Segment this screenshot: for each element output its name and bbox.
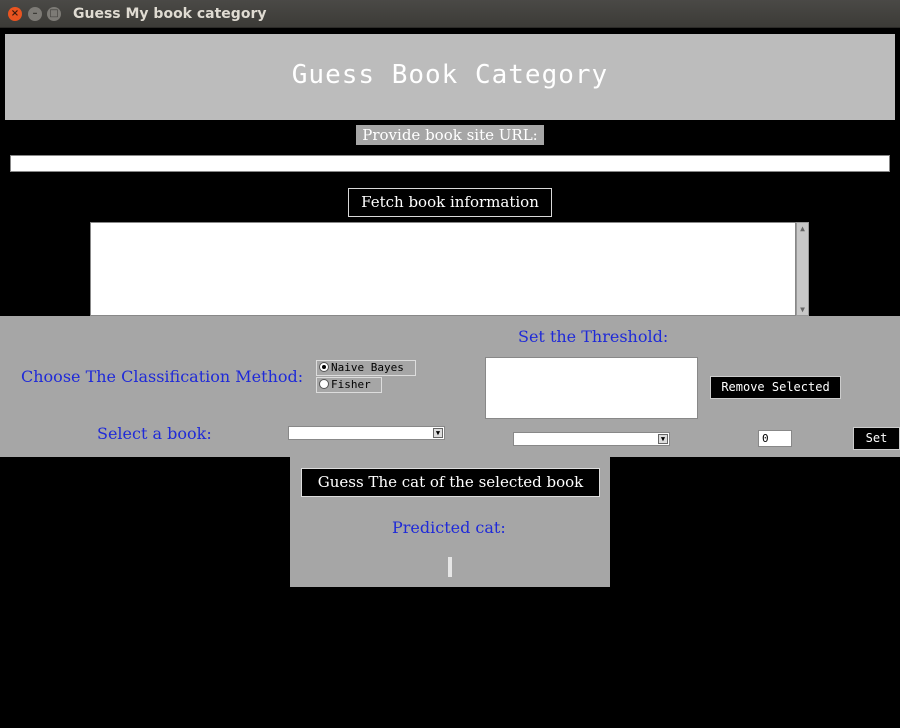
classification-method-label: Choose The Classification Method: bbox=[21, 367, 304, 386]
threshold-category-list[interactable] bbox=[485, 357, 698, 419]
scroll-down-icon[interactable]: ▼ bbox=[798, 305, 807, 314]
radio-naive-bayes[interactable]: Naive Bayes bbox=[316, 360, 416, 376]
url-input[interactable] bbox=[10, 155, 890, 172]
radio-fisher[interactable]: Fisher bbox=[316, 377, 382, 393]
fetch-book-info-button[interactable]: Fetch book information bbox=[348, 188, 552, 217]
select-book-label: Select a book: bbox=[97, 424, 212, 443]
close-icon[interactable]: × bbox=[8, 7, 22, 21]
page-title: Guess Book Category bbox=[291, 60, 609, 90]
predicted-cat-value bbox=[448, 557, 452, 577]
radio-fisher-label: Fisher bbox=[331, 378, 371, 391]
radio-naive-bayes-label: Naive Bayes bbox=[331, 361, 404, 374]
guess-category-button[interactable]: Guess The cat of the selected book bbox=[301, 468, 600, 497]
maximize-icon[interactable]: □ bbox=[47, 7, 61, 21]
remove-selected-button[interactable]: Remove Selected bbox=[710, 376, 841, 399]
scroll-up-icon[interactable]: ▲ bbox=[798, 224, 807, 233]
book-info-scrollbar[interactable]: ▲ ▼ bbox=[796, 222, 809, 316]
radio-selected-icon bbox=[319, 362, 329, 372]
threshold-label: Set the Threshold: bbox=[518, 327, 669, 346]
window-titlebar: × – □ Guess My book category bbox=[0, 0, 900, 28]
category-select-dropdown[interactable]: ▼ bbox=[513, 432, 670, 446]
set-threshold-button[interactable]: Set bbox=[853, 427, 900, 450]
chevron-down-icon[interactable]: ▼ bbox=[433, 428, 443, 438]
book-select-dropdown[interactable]: ▼ bbox=[288, 426, 445, 440]
window-title: Guess My book category bbox=[73, 6, 267, 22]
threshold-input[interactable]: 0 bbox=[758, 430, 792, 447]
chevron-down-icon[interactable]: ▼ bbox=[658, 434, 668, 444]
url-label: Provide book site URL: bbox=[356, 125, 544, 145]
radio-unselected-icon bbox=[319, 379, 329, 389]
header-banner: Guess Book Category bbox=[5, 34, 895, 120]
predicted-cat-label: Predicted cat: bbox=[392, 518, 506, 537]
book-info-textarea[interactable] bbox=[90, 222, 796, 316]
minimize-icon[interactable]: – bbox=[28, 7, 42, 21]
